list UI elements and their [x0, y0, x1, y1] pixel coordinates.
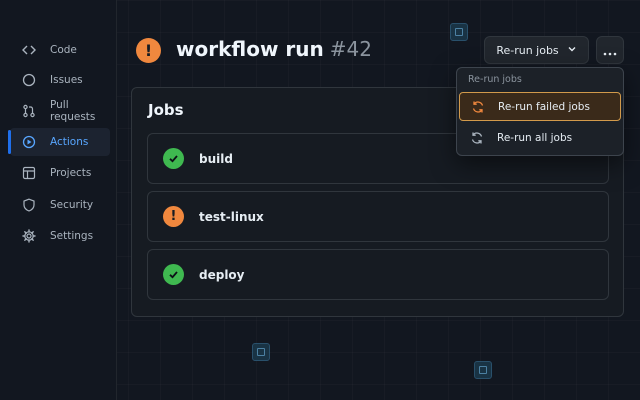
sidebar: Code Issues Pull requests Actions Projec…: [0, 0, 117, 400]
watermark-icon: [252, 343, 270, 361]
job-name: build: [199, 151, 233, 166]
watermark-icon: [450, 23, 468, 41]
code-icon: [22, 43, 36, 57]
sidebar-item-label: Pull requests: [50, 99, 96, 123]
sidebar-item-issues[interactable]: Issues: [10, 66, 110, 94]
sidebar-item-actions[interactable]: Actions: [8, 128, 110, 156]
more-options-button[interactable]: [596, 36, 624, 64]
job-name: deploy: [199, 267, 245, 282]
menu-item-rerun-all-jobs[interactable]: Re-run all jobs: [459, 123, 621, 152]
run-status-warning-icon: !: [136, 38, 161, 63]
menu-item-label: Re-run all jobs: [497, 131, 573, 144]
sidebar-item-label: Actions: [50, 136, 89, 148]
success-check-icon: [163, 148, 184, 169]
job-name: test-linux: [199, 209, 264, 224]
pull-request-icon: [22, 104, 36, 118]
jobs-panel-title: Jobs: [148, 101, 184, 119]
sync-icon: [471, 100, 485, 114]
menu-item-label: Re-run failed jobs: [498, 100, 590, 113]
issue-circle-icon: [22, 73, 36, 87]
sidebar-item-settings[interactable]: Settings: [10, 222, 110, 250]
rerun-jobs-button[interactable]: Re-run jobs: [484, 36, 589, 64]
success-check-icon: [163, 264, 184, 285]
run-number: #42: [329, 37, 372, 61]
sidebar-item-code[interactable]: Code: [10, 36, 110, 64]
sidebar-item-security[interactable]: Security: [10, 191, 110, 219]
sidebar-item-label: Security: [50, 199, 94, 211]
chevron-down-icon: [567, 44, 577, 57]
page-title: workflow run #42: [176, 37, 372, 61]
sidebar-item-label: Code: [50, 44, 77, 56]
rerun-menu-header: Re-run jobs: [468, 74, 522, 85]
job-row-test-linux[interactable]: ! test-linux: [147, 191, 609, 242]
workflow-title: workflow run: [176, 37, 324, 61]
job-row-deploy[interactable]: deploy: [147, 249, 609, 300]
play-icon: [22, 135, 36, 149]
sidebar-item-label: Projects: [50, 167, 92, 179]
sidebar-item-projects[interactable]: Projects: [10, 159, 110, 187]
rerun-jobs-label: Re-run jobs: [496, 43, 559, 57]
sidebar-item-pull-requests[interactable]: Pull requests: [10, 97, 110, 125]
menu-item-rerun-failed-jobs[interactable]: Re-run failed jobs: [459, 92, 621, 121]
warning-status-icon: !: [163, 206, 184, 227]
sidebar-item-label: Issues: [50, 74, 83, 86]
watermark-icon: [474, 361, 492, 379]
sidebar-item-label: Settings: [50, 230, 94, 242]
shield-icon: [22, 198, 36, 212]
gear-icon: [22, 229, 36, 243]
table-icon: [22, 166, 36, 180]
sync-icon: [470, 131, 484, 145]
kebab-horizontal-icon: [603, 41, 617, 60]
